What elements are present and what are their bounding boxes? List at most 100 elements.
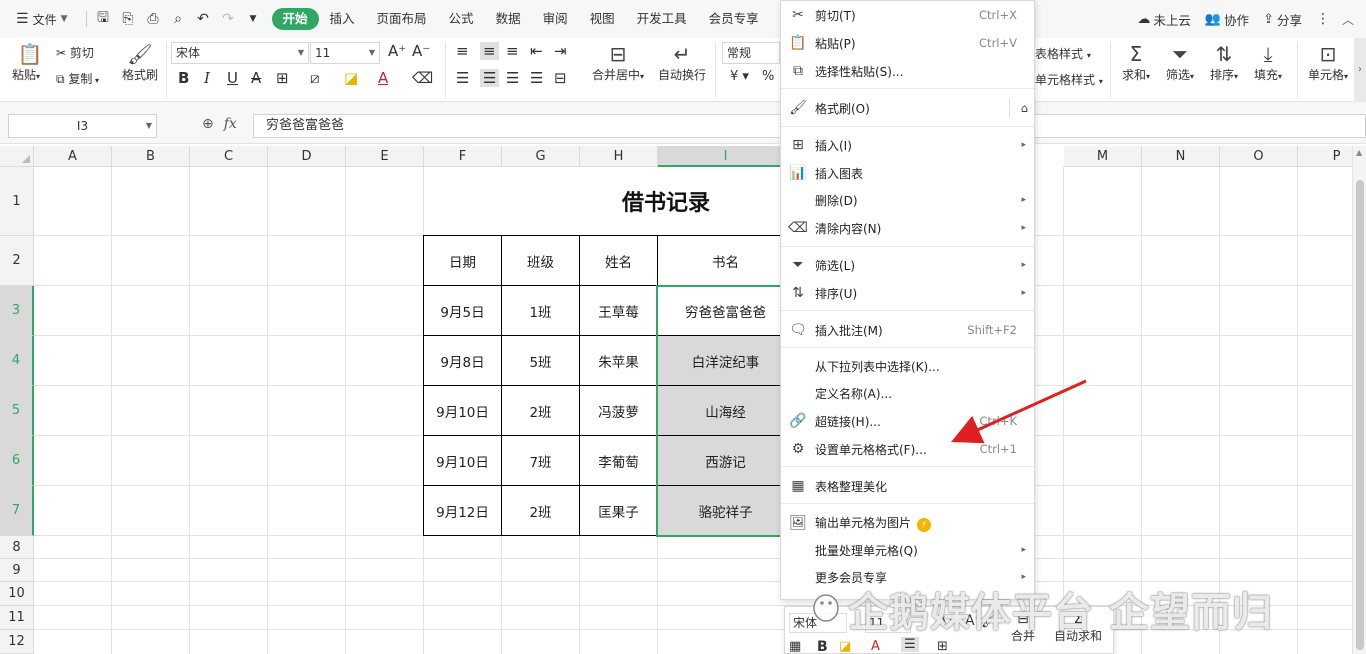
header-cell-class[interactable]: 班级 bbox=[502, 236, 580, 286]
select-all-corner[interactable] bbox=[0, 146, 34, 167]
cell-button[interactable]: ⊡ 单元格▾ bbox=[1305, 42, 1351, 83]
menu-item-beautify-table[interactable]: ▦ 表格整理美化 bbox=[781, 473, 1034, 499]
table-cell[interactable]: 9月8日 bbox=[424, 336, 502, 386]
table-cell[interactable]: 朱苹果 bbox=[580, 336, 658, 386]
menu-item-insert-chart[interactable]: 📊 插入图表 bbox=[781, 160, 1034, 186]
active-cell[interactable]: 穷爸爸富爸爸 bbox=[658, 286, 794, 336]
align-center-icon[interactable]: ☰ bbox=[480, 69, 500, 87]
table-cell[interactable]: 1班 bbox=[502, 286, 580, 336]
table-cell[interactable]: 7班 bbox=[502, 436, 580, 486]
row-header-selected[interactable]: 3 bbox=[0, 286, 34, 336]
paste-button[interactable]: 📋 粘贴▾ bbox=[12, 42, 48, 83]
increase-indent-icon[interactable]: ⇥ bbox=[554, 42, 567, 60]
clear-format-icon[interactable]: ⌫ bbox=[412, 69, 433, 87]
borders-icon[interactable]: ⊞ bbox=[937, 639, 948, 654]
ribbon-scroll-right[interactable]: › bbox=[1354, 38, 1366, 102]
table-cell[interactable]: 冯菠萝 bbox=[580, 386, 658, 436]
table-cell[interactable]: 9月10日 bbox=[424, 386, 502, 436]
justify-icon[interactable]: ☰ bbox=[530, 69, 543, 87]
row-header[interactable]: 11 bbox=[0, 606, 34, 630]
bold-icon[interactable]: B bbox=[178, 69, 189, 87]
more-options-icon[interactable]: ⋮ bbox=[1316, 11, 1330, 27]
italic-icon[interactable]: I bbox=[204, 69, 210, 87]
table-cell[interactable]: 2班 bbox=[502, 386, 580, 436]
table-style-button[interactable]: 表格样式 ▾ bbox=[1035, 45, 1091, 62]
percent-button[interactable]: % bbox=[762, 69, 774, 84]
font-size-select[interactable]: 11 ▼ bbox=[310, 42, 380, 64]
tab-view[interactable]: 视图 bbox=[579, 8, 626, 30]
copy-button[interactable]: ⧉ 复制 ▾ bbox=[56, 70, 99, 87]
filter-button[interactable]: ⏷ 筛选▾ bbox=[1162, 42, 1198, 83]
column-header[interactable]: N bbox=[1142, 146, 1220, 167]
column-header-selected[interactable]: I bbox=[658, 146, 794, 167]
cloud-status[interactable]: ☁ 未上云 bbox=[1137, 10, 1191, 29]
menu-item-batch-process[interactable]: 批量处理单元格(Q) ▸ bbox=[781, 537, 1034, 563]
column-header[interactable]: O bbox=[1220, 146, 1298, 167]
table-cell-selected[interactable]: 白洋淀纪事 bbox=[658, 336, 794, 386]
customize-chevron-icon[interactable]: ▼ bbox=[241, 14, 266, 24]
currency-button[interactable]: ¥ ▾ bbox=[730, 69, 749, 84]
tab-formulas[interactable]: 公式 bbox=[438, 8, 485, 30]
column-header[interactable]: B bbox=[112, 146, 190, 167]
row-header[interactable]: 2 bbox=[0, 236, 34, 286]
align-middle-icon[interactable]: ≡ bbox=[480, 42, 499, 60]
format-painter-button[interactable]: 🖌 格式刷 bbox=[120, 42, 160, 83]
cut-button[interactable]: ✂ 剪切 bbox=[56, 44, 94, 61]
table-cell[interactable]: 9月12日 bbox=[424, 486, 502, 536]
tab-home[interactable]: 开始 bbox=[271, 8, 319, 30]
row-header-selected[interactable]: 4 bbox=[0, 336, 34, 386]
font-color-icon[interactable]: A bbox=[378, 69, 388, 87]
menu-item-insert-comment[interactable]: 🗨 插入批注(M) Shift+F2 bbox=[781, 317, 1034, 343]
align-top-icon[interactable]: ≡ bbox=[456, 42, 469, 60]
table-cell[interactable]: 5班 bbox=[502, 336, 580, 386]
table-cell[interactable]: 匡果子 bbox=[580, 486, 658, 536]
column-header[interactable]: M bbox=[1064, 146, 1142, 167]
tab-page-layout[interactable]: 页面布局 bbox=[366, 8, 438, 30]
print-icon[interactable]: ⎙ bbox=[141, 11, 166, 27]
brush-pin-icon[interactable]: ⌂ bbox=[1021, 101, 1028, 115]
redo-icon[interactable]: ↷ bbox=[216, 11, 241, 27]
sum-button[interactable]: Σ 求和▾ bbox=[1118, 42, 1154, 83]
column-header[interactable]: H bbox=[580, 146, 658, 167]
menu-item-delete[interactable]: 删除(D) ▸ bbox=[781, 187, 1034, 213]
column-header[interactable]: A bbox=[34, 146, 112, 167]
fill-button[interactable]: ⤓ 填充▾ bbox=[1250, 42, 1286, 83]
align-center-icon[interactable]: ☰ bbox=[901, 637, 919, 652]
borders-icon[interactable]: ⊞ bbox=[276, 69, 289, 87]
strikethrough-icon[interactable]: A bbox=[251, 69, 261, 87]
row-header-selected[interactable]: 5 bbox=[0, 386, 34, 436]
font-name-select[interactable]: 宋体 ▼ bbox=[171, 42, 309, 64]
menu-item-format-painter[interactable]: 🖌 格式刷(O) ⌂ bbox=[781, 95, 1034, 121]
zoom-icon[interactable]: ⊕ bbox=[202, 116, 214, 132]
row-header-selected[interactable]: 6 bbox=[0, 436, 34, 486]
row-header[interactable]: 8 bbox=[0, 536, 34, 559]
fill-color-icon[interactable]: ◪ bbox=[344, 69, 358, 87]
menu-item-hyperlink[interactable]: 🔗 超链接(H)... Ctrl+K bbox=[781, 408, 1034, 434]
save-icon[interactable]: 🖫 bbox=[91, 7, 116, 31]
decrease-indent-icon[interactable]: ⇤ bbox=[530, 42, 543, 60]
cell-style-button[interactable]: 单元格样式 ▾ bbox=[1035, 71, 1103, 88]
row-header[interactable]: 10 bbox=[0, 582, 34, 606]
header-cell-book[interactable]: 书名 bbox=[658, 236, 794, 286]
row-header[interactable]: 12 bbox=[0, 630, 34, 654]
name-box[interactable]: I3 ▼ bbox=[8, 114, 157, 138]
column-header[interactable]: F bbox=[424, 146, 502, 167]
merge-center-button[interactable]: ⊟ 合并居中▾ bbox=[588, 42, 648, 83]
decrease-font-icon[interactable]: A⁻ bbox=[412, 42, 430, 60]
column-header[interactable]: G bbox=[502, 146, 580, 167]
menu-item-format-cells[interactable]: ⚙ 设置单元格格式(F)... Ctrl+1 bbox=[781, 436, 1034, 462]
tab-member[interactable]: 会员专享 bbox=[698, 8, 770, 30]
tab-review[interactable]: 审阅 bbox=[532, 8, 579, 30]
column-header[interactable]: P bbox=[1298, 146, 1352, 167]
row-header[interactable]: 1 bbox=[0, 167, 34, 236]
wrap-text-button[interactable]: ↵ 自动换行 bbox=[656, 42, 708, 83]
table-cell[interactable]: 9月10日 bbox=[424, 436, 502, 486]
underline-icon[interactable]: U bbox=[227, 69, 238, 87]
menu-item-paste-special[interactable]: ⧉ 选择性粘贴(S)... bbox=[781, 58, 1034, 84]
vertical-scrollbar[interactable]: ▲ bbox=[1352, 146, 1366, 654]
table-cell[interactable]: 2班 bbox=[502, 486, 580, 536]
align-bottom-icon[interactable]: ≡ bbox=[506, 42, 519, 60]
table-cell-selected[interactable]: 骆驼祥子 bbox=[658, 486, 794, 536]
fx-icon[interactable]: fx bbox=[224, 116, 237, 132]
tab-insert[interactable]: 插入 bbox=[319, 8, 366, 30]
